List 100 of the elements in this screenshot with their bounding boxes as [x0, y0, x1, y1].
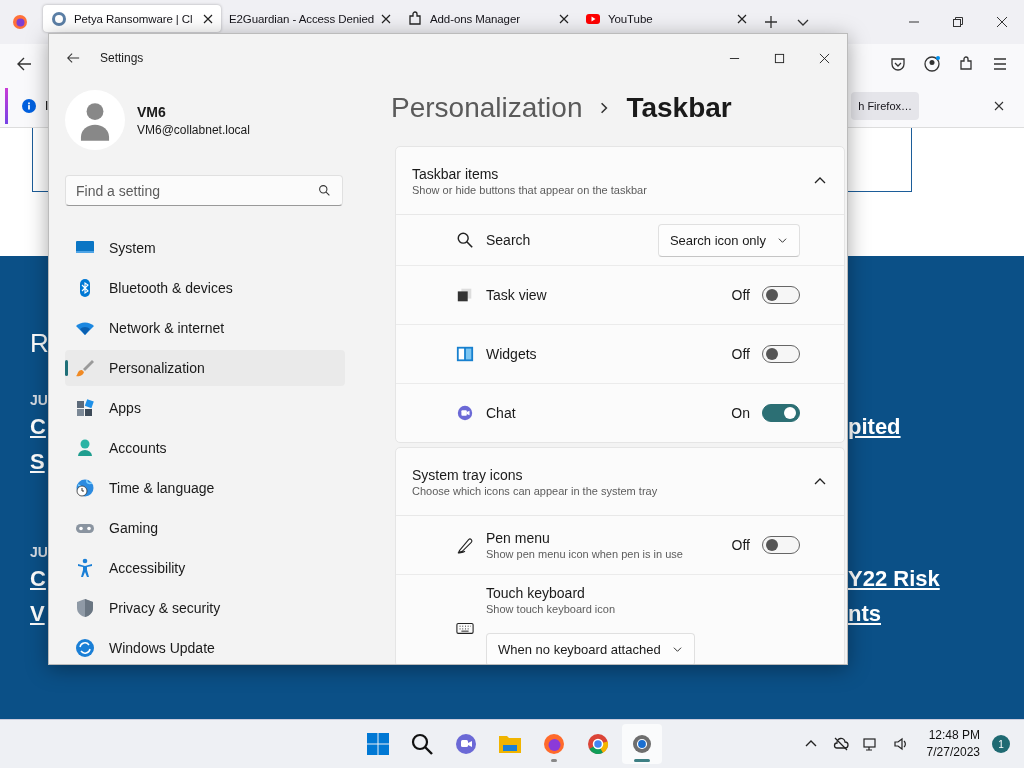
avatar-icon	[65, 90, 125, 150]
toggle-state: Off	[731, 346, 750, 362]
setting-label: Task view	[486, 287, 547, 303]
article-link[interactable]: C	[30, 566, 46, 601]
close-icon[interactable]	[737, 13, 747, 24]
browser-tab[interactable]: YouTube	[577, 5, 755, 32]
user-name: VM6	[137, 103, 167, 120]
browser-tab[interactable]: Add-ons Manager	[399, 5, 577, 32]
toggle-switch[interactable]	[762, 286, 800, 304]
notification-badge[interactable]: 1	[992, 735, 1010, 753]
clock-time: 12:48 PM	[928, 727, 980, 744]
nav-item[interactable]: Time & language	[65, 470, 345, 506]
task-view-icon	[456, 286, 474, 304]
back-arrow-icon[interactable]	[16, 56, 32, 72]
nav-item[interactable]: Network & internet	[65, 310, 345, 346]
article-link[interactable]: nts	[848, 601, 1024, 636]
section-title: System tray icons	[412, 466, 524, 483]
chevron-down-icon	[672, 645, 682, 654]
dropdown[interactable]: When no keyboard attached	[486, 633, 695, 664]
puzzle-icon	[407, 10, 423, 27]
setting-label: Widgets	[486, 346, 537, 362]
search-field[interactable]: Find a setting	[65, 175, 343, 206]
close-icon[interactable]	[994, 100, 1004, 111]
firefox-icon	[542, 732, 566, 756]
pen-icon	[456, 536, 474, 554]
article-link[interactable]: S	[30, 449, 45, 484]
browser-tab[interactable]: E2Guardian - Access Denied	[221, 5, 399, 32]
clock-date: 7/27/2023	[926, 744, 980, 761]
nav-item[interactable]: System	[65, 230, 345, 266]
setting-description: Show pen menu icon when pen is in use	[486, 548, 683, 560]
network-icon[interactable]	[862, 736, 879, 752]
cloud-off-icon[interactable]	[832, 736, 849, 752]
menu-icon[interactable]	[992, 56, 1008, 72]
person-icon	[75, 438, 95, 458]
setting-label: Chat	[486, 405, 516, 421]
pocket-icon[interactable]	[890, 56, 906, 72]
search-icon	[456, 231, 474, 249]
article-link[interactable]: Y22 Risk	[848, 566, 1024, 601]
chat-icon	[454, 732, 478, 756]
nav-item[interactable]: Accessibility	[65, 550, 345, 586]
section-header[interactable]: System tray icons Choose which icons can appear in the system tray	[396, 448, 844, 516]
article-link[interactable]: C	[30, 414, 46, 449]
speaker-icon[interactable]	[892, 736, 909, 752]
close-icon[interactable]	[381, 13, 391, 24]
puzzle-icon[interactable]	[958, 56, 974, 72]
toggle-switch[interactable]	[762, 404, 800, 422]
widgets-icon	[456, 345, 474, 363]
toggle-state: Off	[731, 287, 750, 303]
toggle-switch[interactable]	[762, 345, 800, 363]
page-heading: R	[30, 328, 49, 360]
user-email: VM6@collabnet.local	[137, 122, 250, 137]
article-link[interactable]: pited	[848, 414, 1024, 449]
maximize-icon[interactable]	[774, 52, 785, 64]
plus-icon[interactable]	[765, 16, 777, 28]
search-icon	[410, 732, 434, 756]
nav-item[interactable]: Bluetooth & devices	[65, 270, 345, 306]
section-header[interactable]: Taskbar items Show or hide buttons that appear on the taskbar	[396, 147, 844, 215]
nav-item[interactable]: Gaming	[65, 510, 345, 546]
nav-item[interactable]: Accounts	[65, 430, 345, 466]
nav-item[interactable]: Personalization	[65, 350, 345, 386]
info-icon	[22, 98, 36, 113]
setting-label: Touch keyboard	[486, 585, 585, 601]
setting-description: Show touch keyboard icon	[486, 603, 616, 615]
toggle-switch[interactable]	[762, 536, 800, 554]
setting-label: Pen menu	[486, 530, 550, 546]
breadcrumb-link[interactable]: Personalization	[391, 92, 583, 124]
section-subtitle: Show or hide buttons that appear on the taskbar	[412, 183, 648, 196]
apps-icon	[75, 398, 95, 418]
page-title: Taskbar	[626, 92, 732, 124]
window-title: Settings	[100, 51, 144, 65]
article-link[interactable]: V	[30, 601, 45, 636]
nav-item[interactable]: Privacy & security	[65, 590, 345, 626]
account-icon[interactable]	[924, 56, 940, 72]
close-icon[interactable]	[819, 52, 830, 64]
notification-button[interactable]: h Firefox…	[851, 91, 919, 120]
restore-icon[interactable]	[952, 16, 964, 28]
shield-icon	[75, 598, 95, 618]
firefox-icon[interactable]	[12, 14, 28, 30]
dropdown[interactable]: Search icon only	[657, 223, 800, 257]
article-date: JU	[30, 392, 48, 410]
close-icon[interactable]	[559, 13, 569, 24]
clock[interactable]: 12:48 PM 7/27/2023	[926, 727, 980, 761]
section-subtitle: Choose which icons can appear in the system tray	[412, 484, 659, 497]
toggle-state: On	[731, 405, 750, 421]
windows-logo-icon	[366, 732, 390, 756]
notification-text: I	[45, 98, 49, 113]
browser-tab[interactable]: Petya Ransomware | Cl	[43, 5, 221, 32]
close-icon[interactable]	[996, 16, 1008, 28]
chat-icon	[456, 404, 474, 422]
chrome-icon	[586, 732, 610, 756]
accessibility-icon	[75, 558, 95, 578]
nav-item[interactable]: Apps	[65, 390, 345, 426]
toggle-state: Off	[731, 537, 750, 553]
close-icon[interactable]	[203, 13, 213, 24]
setting-label: Search	[486, 232, 531, 248]
nav-item[interactable]: Windows Update	[65, 630, 345, 664]
back-arrow-icon[interactable]	[66, 51, 80, 65]
section-title: Taskbar items	[412, 165, 500, 182]
search-icon	[318, 184, 331, 197]
brush-icon	[75, 358, 95, 378]
